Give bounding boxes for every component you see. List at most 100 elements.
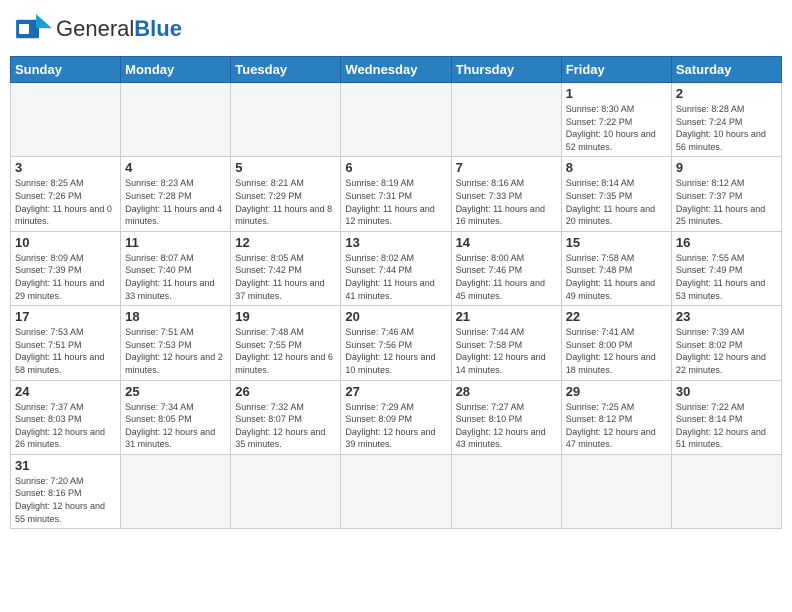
weekday-header-monday: Monday	[121, 57, 231, 83]
calendar-cell: 3 Sunrise: 8:25 AM Sunset: 7:26 PM Daylig…	[11, 157, 121, 231]
day-info: Sunrise: 7:37 AM Sunset: 8:03 PM Dayligh…	[15, 401, 116, 451]
calendar-cell: 21Sunrise: 7:44 AM Sunset: 7:58 PM Dayli…	[451, 306, 561, 380]
day-number: 5	[235, 160, 336, 175]
day-info: Sunrise: 7:34 AM Sunset: 8:05 PM Dayligh…	[125, 401, 226, 451]
calendar-cell: 7 Sunrise: 8:16 AM Sunset: 7:33 PM Daylig…	[451, 157, 561, 231]
day-info: Sunrise: 7:27 AM Sunset: 8:10 PM Dayligh…	[456, 401, 557, 451]
calendar-cell	[11, 83, 121, 157]
day-info: Sunrise: 8:14 AM Sunset: 7:35 PM Dayligh…	[566, 177, 667, 227]
logo-text: GeneralBlue	[56, 17, 182, 41]
day-number: 2	[676, 86, 777, 101]
day-number: 17	[15, 309, 116, 324]
logo-icon	[16, 14, 52, 44]
calendar-cell: 14 Sunrise: 8:00 AM Sunset: 7:46 PM Dayli…	[451, 231, 561, 305]
day-number: 8	[566, 160, 667, 175]
day-number: 30	[676, 384, 777, 399]
day-info: Sunrise: 8:16 AM Sunset: 7:33 PM Dayligh…	[456, 177, 557, 227]
calendar-cell	[341, 83, 451, 157]
day-info: Sunrise: 8:28 AM Sunset: 7:24 PM Dayligh…	[676, 103, 777, 153]
day-info: Sunrise: 8:00 AM Sunset: 7:46 PM Dayligh…	[456, 252, 557, 302]
day-info: Sunrise: 7:58 AM Sunset: 7:48 PM Dayligh…	[566, 252, 667, 302]
day-number: 24	[15, 384, 116, 399]
day-info: Sunrise: 8:12 AM Sunset: 7:37 PM Dayligh…	[676, 177, 777, 227]
calendar-cell: 13Sunrise: 8:02 AM Sunset: 7:44 PM Dayli…	[341, 231, 451, 305]
day-number: 14	[456, 235, 557, 250]
day-number: 9	[676, 160, 777, 175]
day-number: 11	[125, 235, 226, 250]
calendar-cell	[231, 83, 341, 157]
day-info: Sunrise: 7:29 AM Sunset: 8:09 PM Dayligh…	[345, 401, 446, 451]
day-info: Sunrise: 7:22 AM Sunset: 8:14 PM Dayligh…	[676, 401, 777, 451]
calendar-cell	[121, 83, 231, 157]
calendar-week-6: 31Sunrise: 7:20 AM Sunset: 8:16 PM Dayli…	[11, 454, 782, 528]
weekday-header-wednesday: Wednesday	[341, 57, 451, 83]
calendar-week-5: 24 Sunrise: 7:37 AM Sunset: 8:03 PM Dayli…	[11, 380, 782, 454]
day-info: Sunrise: 7:39 AM Sunset: 8:02 PM Dayligh…	[676, 326, 777, 376]
calendar-cell: 17 Sunrise: 7:53 AM Sunset: 7:51 PM Dayli…	[11, 306, 121, 380]
day-number: 23	[676, 309, 777, 324]
day-number: 16	[676, 235, 777, 250]
day-number: 21	[456, 309, 557, 324]
day-number: 19	[235, 309, 336, 324]
calendar-cell: 5 Sunrise: 8:21 AM Sunset: 7:29 PM Daylig…	[231, 157, 341, 231]
calendar-cell: 10Sunrise: 8:09 AM Sunset: 7:39 PM Dayli…	[11, 231, 121, 305]
calendar-cell: 20 Sunrise: 7:46 AM Sunset: 7:56 PM Dayli…	[341, 306, 451, 380]
calendar-cell: 4 Sunrise: 8:23 AM Sunset: 7:28 PM Daylig…	[121, 157, 231, 231]
day-info: Sunrise: 8:19 AM Sunset: 7:31 PM Dayligh…	[345, 177, 446, 227]
calendar-cell: 19 Sunrise: 7:48 AM Sunset: 7:55 PM Dayli…	[231, 306, 341, 380]
calendar-cell: 23 Sunrise: 7:39 AM Sunset: 8:02 PM Dayli…	[671, 306, 781, 380]
calendar-cell: 28 Sunrise: 7:27 AM Sunset: 8:10 PM Dayli…	[451, 380, 561, 454]
calendar-cell: 25 Sunrise: 7:34 AM Sunset: 8:05 PM Dayli…	[121, 380, 231, 454]
calendar-table: SundayMondayTuesdayWednesdayThursdayFrid…	[10, 56, 782, 529]
day-info: Sunrise: 8:25 AM Sunset: 7:26 PM Dayligh…	[15, 177, 116, 227]
weekday-header-tuesday: Tuesday	[231, 57, 341, 83]
calendar-cell	[231, 454, 341, 528]
day-number: 3	[15, 160, 116, 175]
day-info: Sunrise: 8:23 AM Sunset: 7:28 PM Dayligh…	[125, 177, 226, 227]
day-number: 6	[345, 160, 446, 175]
day-info: Sunrise: 7:46 AM Sunset: 7:56 PM Dayligh…	[345, 326, 446, 376]
calendar-week-3: 10Sunrise: 8:09 AM Sunset: 7:39 PM Dayli…	[11, 231, 782, 305]
day-number: 12	[235, 235, 336, 250]
header: GeneralBlue	[10, 10, 782, 48]
day-info: Sunrise: 7:48 AM Sunset: 7:55 PM Dayligh…	[235, 326, 336, 376]
day-info: Sunrise: 8:21 AM Sunset: 7:29 PM Dayligh…	[235, 177, 336, 227]
calendar-cell: 16Sunrise: 7:55 AM Sunset: 7:49 PM Dayli…	[671, 231, 781, 305]
day-info: Sunrise: 8:02 AM Sunset: 7:44 PM Dayligh…	[345, 252, 446, 302]
day-info: Sunrise: 7:53 AM Sunset: 7:51 PM Dayligh…	[15, 326, 116, 376]
day-number: 7	[456, 160, 557, 175]
day-number: 10	[15, 235, 116, 250]
calendar-cell: 29Sunrise: 7:25 AM Sunset: 8:12 PM Dayli…	[561, 380, 671, 454]
calendar-cell: 15 Sunrise: 7:58 AM Sunset: 7:48 PM Dayli…	[561, 231, 671, 305]
weekday-header-thursday: Thursday	[451, 57, 561, 83]
calendar-cell: 24 Sunrise: 7:37 AM Sunset: 8:03 PM Dayli…	[11, 380, 121, 454]
day-number: 20	[345, 309, 446, 324]
day-number: 28	[456, 384, 557, 399]
day-info: Sunrise: 8:07 AM Sunset: 7:40 PM Dayligh…	[125, 252, 226, 302]
day-info: Sunrise: 7:51 AM Sunset: 7:53 PM Dayligh…	[125, 326, 226, 376]
day-info: Sunrise: 7:32 AM Sunset: 8:07 PM Dayligh…	[235, 401, 336, 451]
weekday-header-friday: Friday	[561, 57, 671, 83]
day-number: 26	[235, 384, 336, 399]
day-number: 15	[566, 235, 667, 250]
calendar-cell: 2 Sunrise: 8:28 AM Sunset: 7:24 PM Daylig…	[671, 83, 781, 157]
calendar-cell	[671, 454, 781, 528]
calendar-cell: 8 Sunrise: 8:14 AM Sunset: 7:35 PM Daylig…	[561, 157, 671, 231]
logo: GeneralBlue	[16, 14, 182, 44]
calendar-cell: 12Sunrise: 8:05 AM Sunset: 7:42 PM Dayli…	[231, 231, 341, 305]
calendar-week-4: 17 Sunrise: 7:53 AM Sunset: 7:51 PM Dayli…	[11, 306, 782, 380]
calendar-cell	[121, 454, 231, 528]
calendar-week-2: 3 Sunrise: 8:25 AM Sunset: 7:26 PM Daylig…	[11, 157, 782, 231]
day-number: 29	[566, 384, 667, 399]
calendar-cell: 26 Sunrise: 7:32 AM Sunset: 8:07 PM Dayli…	[231, 380, 341, 454]
day-info: Sunrise: 7:20 AM Sunset: 8:16 PM Dayligh…	[15, 475, 116, 525]
day-number: 22	[566, 309, 667, 324]
day-number: 18	[125, 309, 226, 324]
day-number: 25	[125, 384, 226, 399]
day-number: 27	[345, 384, 446, 399]
calendar-cell: 22Sunrise: 7:41 AM Sunset: 8:00 PM Dayli…	[561, 306, 671, 380]
day-number: 4	[125, 160, 226, 175]
calendar-cell: 9 Sunrise: 8:12 AM Sunset: 7:37 PM Daylig…	[671, 157, 781, 231]
calendar-cell: 1Sunrise: 8:30 AM Sunset: 7:22 PM Daylig…	[561, 83, 671, 157]
calendar-cell	[451, 454, 561, 528]
